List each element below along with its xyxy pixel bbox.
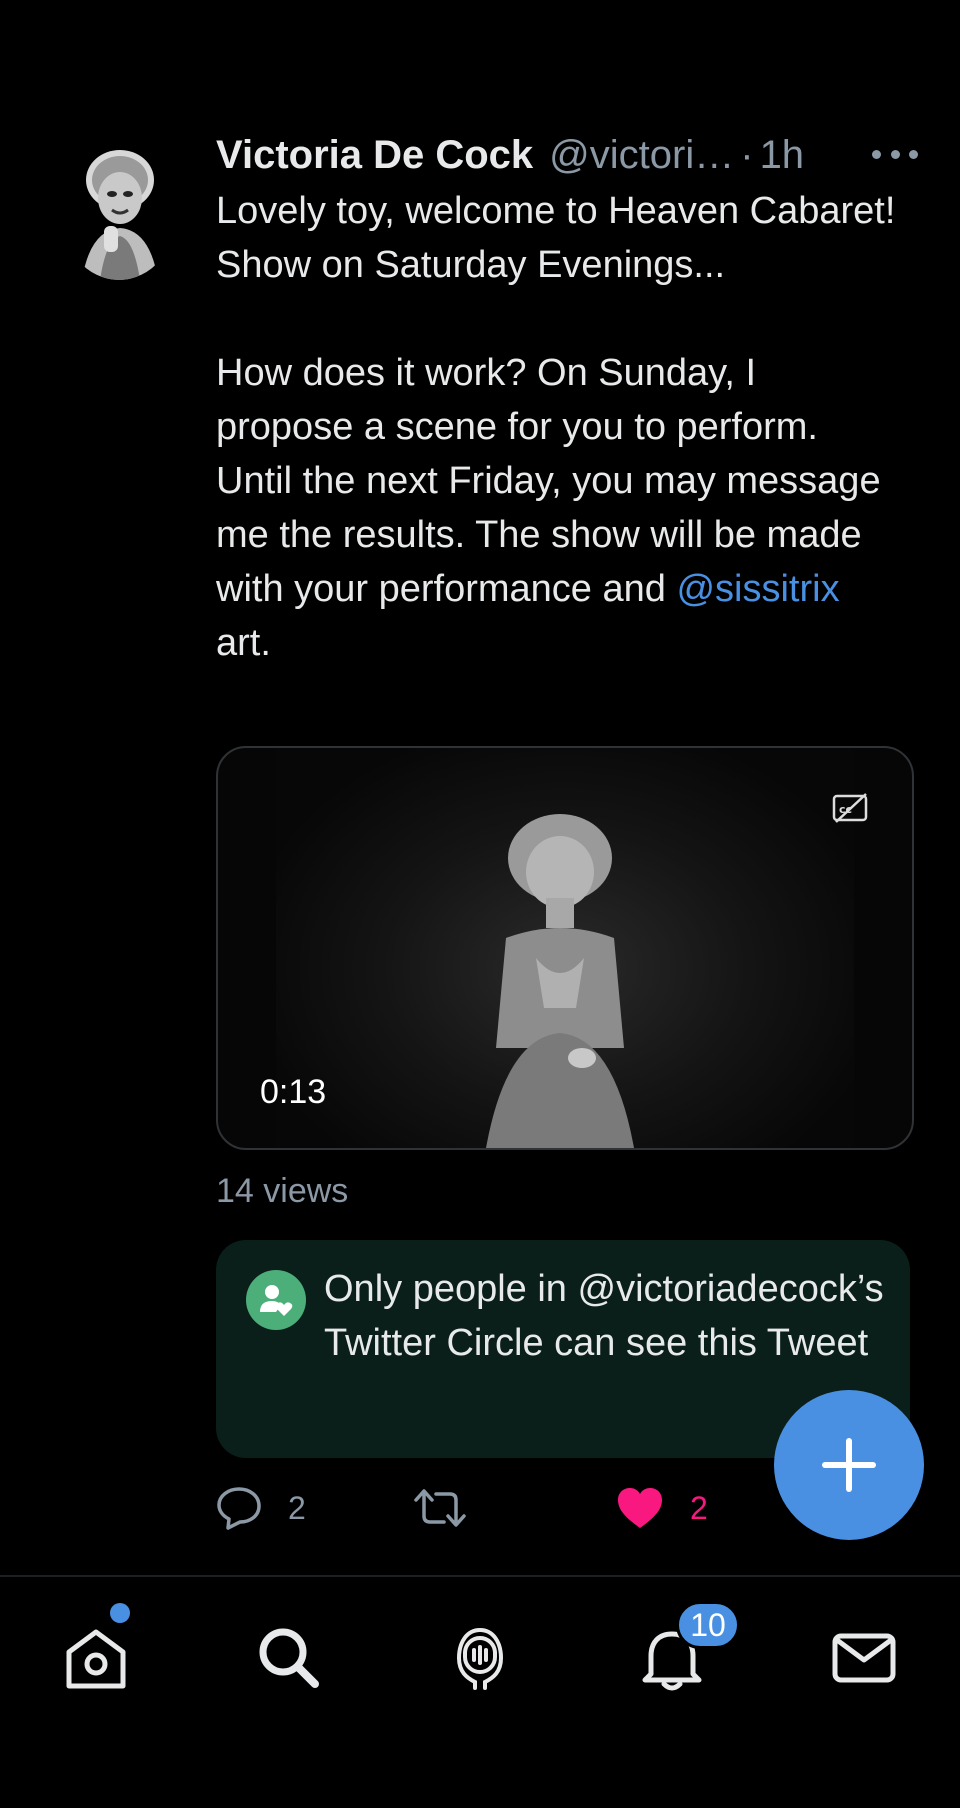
tweet-text: Lovely toy, welcome to Heaven Cabaret! S…: [216, 184, 896, 670]
tweet-actions: 2 2: [216, 1478, 776, 1538]
avatar[interactable]: [60, 140, 178, 280]
mention-link[interactable]: @sissitrix: [676, 568, 839, 610]
heart-icon: [618, 1488, 662, 1528]
reply-count: 2: [288, 1489, 306, 1526]
mail-icon: [832, 1633, 896, 1683]
screen: Victoria De Cock @victori… · 1h Lovely t…: [0, 0, 960, 1808]
handle[interactable]: @victori…: [549, 130, 734, 180]
more-icon[interactable]: [872, 146, 918, 162]
like-count: 2: [690, 1489, 708, 1526]
home-icon: [66, 1629, 126, 1689]
video-duration: 0:13: [260, 1073, 327, 1111]
compose-button[interactable]: [774, 1390, 924, 1540]
display-name[interactable]: Victoria De Cock: [216, 130, 533, 180]
video-player[interactable]: cc 0:13: [216, 746, 914, 1150]
tab-messages[interactable]: [824, 1617, 904, 1697]
tweet-text-paragraph-2: How does it work? On Sunday, I propose a…: [216, 346, 896, 670]
views-count[interactable]: 14 views: [216, 1172, 348, 1211]
tweet-header: Victoria De Cock @victori… · 1h: [216, 130, 912, 180]
retweet-button[interactable]: [412, 1478, 494, 1538]
spaces-icon: [457, 1627, 504, 1690]
timestamp[interactable]: 1h: [760, 130, 805, 180]
circle-notice-text: Only people in @victoriadecock’s Twitter…: [324, 1268, 884, 1364]
tab-search[interactable]: [248, 1617, 328, 1697]
tweet-body: Victoria De Cock @victori… · 1h Lovely t…: [216, 130, 918, 670]
tab-home[interactable]: [56, 1617, 136, 1697]
video-thumbnail: [276, 748, 854, 1148]
bottom-tab-bar: 10: [0, 1577, 960, 1737]
reply-button[interactable]: 2: [216, 1478, 306, 1538]
notification-count-badge: 10: [676, 1601, 740, 1649]
like-button[interactable]: 2: [616, 1478, 708, 1538]
closed-captions-off-icon[interactable]: cc: [832, 792, 868, 824]
plus-icon: [822, 1438, 876, 1492]
tweet-text-part: art.: [216, 622, 271, 664]
tweet-text-paragraph-1: Lovely toy, welcome to Heaven Cabaret! S…: [216, 190, 896, 286]
home-unread-dot: [110, 1603, 130, 1623]
twitter-circle-icon: [246, 1270, 306, 1330]
separator: ·: [740, 133, 754, 177]
search-icon: [259, 1628, 319, 1688]
retweet-icon: [414, 1489, 466, 1527]
tab-spaces[interactable]: [440, 1617, 520, 1697]
reply-icon: [217, 1487, 261, 1530]
